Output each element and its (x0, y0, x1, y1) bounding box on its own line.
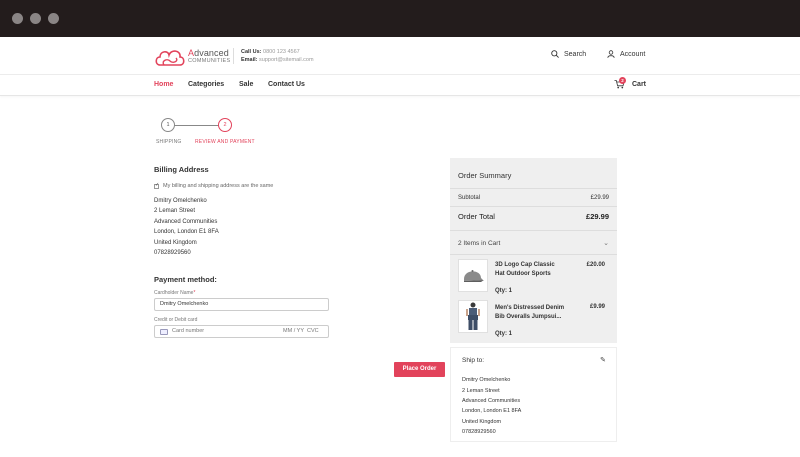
account-label: Account (620, 50, 646, 58)
same-address-checkbox[interactable]: My billing and shipping address are the … (154, 182, 274, 189)
product-qty: Qty: 1 (495, 288, 513, 294)
cart-label: Cart (632, 80, 647, 88)
ship-line: 2 Leman Street (462, 388, 500, 394)
subtotal-value: £29.99 (590, 195, 609, 201)
cardholder-label-text: Cardholder Name (154, 290, 194, 296)
credit-card-icon (160, 329, 168, 335)
billing-line: United Kingdom (154, 239, 197, 246)
card-label: Credit or Debit card (154, 317, 198, 323)
chevron-down-icon[interactable]: ⌄ (603, 239, 609, 247)
step-2-label: REVIEW AND PAYMENT (195, 139, 255, 145)
checkbox-checked-icon[interactable] (154, 182, 159, 189)
same-address-label: My billing and shipping address are the … (163, 183, 274, 189)
divider (450, 188, 617, 189)
billing-line: Advanced Communities (154, 218, 218, 225)
brand-subname: COMMUNITIES (188, 58, 231, 64)
search-button[interactable]: Search (551, 50, 586, 58)
pencil-edit-icon[interactable]: ✎ (600, 356, 606, 364)
ship-line: 07828929560 (462, 429, 496, 435)
site-header: Advanced COMMUNITIES Call Us: 0800 123 4… (0, 37, 800, 75)
cvc-placeholder[interactable]: CVC (307, 328, 319, 334)
order-summary-panel: Order Summary Subtotal £29.99 Order Tota… (450, 158, 617, 343)
brand-logo[interactable]: Advanced COMMUNITIES (154, 46, 230, 68)
billing-line: Dmitry Omelchenko (154, 198, 207, 204)
step-1-label[interactable]: SHIPPING (156, 139, 182, 145)
cloud-logo-icon (155, 50, 185, 66)
window-close-dot[interactable] (12, 13, 23, 24)
contact-info: Call Us: 0800 123 4567 Email: support@si… (241, 48, 314, 64)
order-total-label: Order Total (458, 212, 495, 221)
window-minimize-dot[interactable] (30, 13, 41, 24)
product-price: £20.00 (586, 262, 605, 268)
order-total-value: £29.99 (586, 212, 609, 221)
user-icon (607, 50, 615, 58)
account-button[interactable]: Account (607, 50, 645, 58)
cardholder-label: Cardholder Name* (154, 290, 195, 296)
cardholder-name-input[interactable]: Dmitry Omelchenko (154, 298, 329, 311)
product-name[interactable]: 3D Logo Cap Classic Hat Outdoor Sports (495, 261, 565, 279)
ship-line: London, London E1 8FA (462, 408, 522, 414)
window-titlebar (0, 0, 800, 37)
ship-line: United Kingdom (462, 419, 502, 425)
place-order-button[interactable]: Place Order (394, 362, 445, 377)
expiry-placeholder[interactable]: MM / YY (283, 328, 304, 334)
email-label: Email: (241, 57, 258, 63)
billing-line: London, London E1 8FA (154, 229, 219, 235)
call-label: Call Us: (241, 49, 262, 55)
step-2-circle: 2 (218, 118, 232, 132)
nav-item-contact-us[interactable]: Contact Us (268, 81, 305, 88)
nav-item-categories[interactable]: Categories (188, 81, 224, 88)
product-thumbnail[interactable] (458, 259, 488, 292)
cart-count-badge: 2 (619, 77, 626, 84)
search-icon (551, 50, 559, 58)
subtotal-label: Subtotal (458, 195, 481, 201)
email-value[interactable]: support@sitemail.com (259, 57, 314, 63)
cap-icon (464, 270, 484, 282)
required-mark: * (193, 290, 196, 296)
overalls-icon (466, 302, 480, 330)
nav-item-sale[interactable]: Sale (239, 81, 253, 88)
call-value[interactable]: 0800 123 4567 (263, 49, 300, 55)
product-name[interactable]: Men's Distressed Denim Bib Overalls Jump… (495, 304, 565, 322)
cart-button[interactable]: 2 Cart (614, 77, 647, 89)
header-divider (233, 48, 234, 64)
product-price: £9.99 (589, 304, 605, 310)
search-label: Search (564, 50, 587, 58)
divider (450, 230, 617, 231)
window-maximize-dot[interactable] (48, 13, 59, 24)
main-nav: Home Categories Sale Contact Us 2 Cart (0, 75, 800, 96)
payment-title: Payment method: (154, 275, 217, 284)
nav-item-home[interactable]: Home (154, 81, 173, 88)
card-details-input[interactable]: Card number MM / YY CVC (154, 325, 329, 338)
billing-line: 2 Leman Street (154, 208, 196, 214)
product-thumbnail[interactable] (458, 300, 488, 333)
divider (450, 206, 617, 207)
ship-line: Advanced Communities (462, 398, 521, 404)
billing-line: 07828929560 (154, 250, 191, 256)
summary-title: Order Summary (458, 171, 512, 180)
card-number-placeholder[interactable]: Card number (172, 328, 204, 334)
billing-title: Billing Address (154, 165, 209, 174)
ship-to-title: Ship to: (462, 357, 485, 364)
ship-to-panel: Ship to: ✎ Dmitry Omelchenko 2 Leman Str… (450, 347, 617, 442)
progress-line (174, 125, 220, 126)
product-qty: Qty: 1 (495, 331, 513, 337)
ship-line: Dmitry Omelchenko (462, 377, 511, 383)
divider (450, 254, 617, 255)
items-in-cart-toggle[interactable]: 2 Items in Cart (458, 240, 500, 247)
step-1-circle[interactable]: 1 (161, 118, 175, 132)
